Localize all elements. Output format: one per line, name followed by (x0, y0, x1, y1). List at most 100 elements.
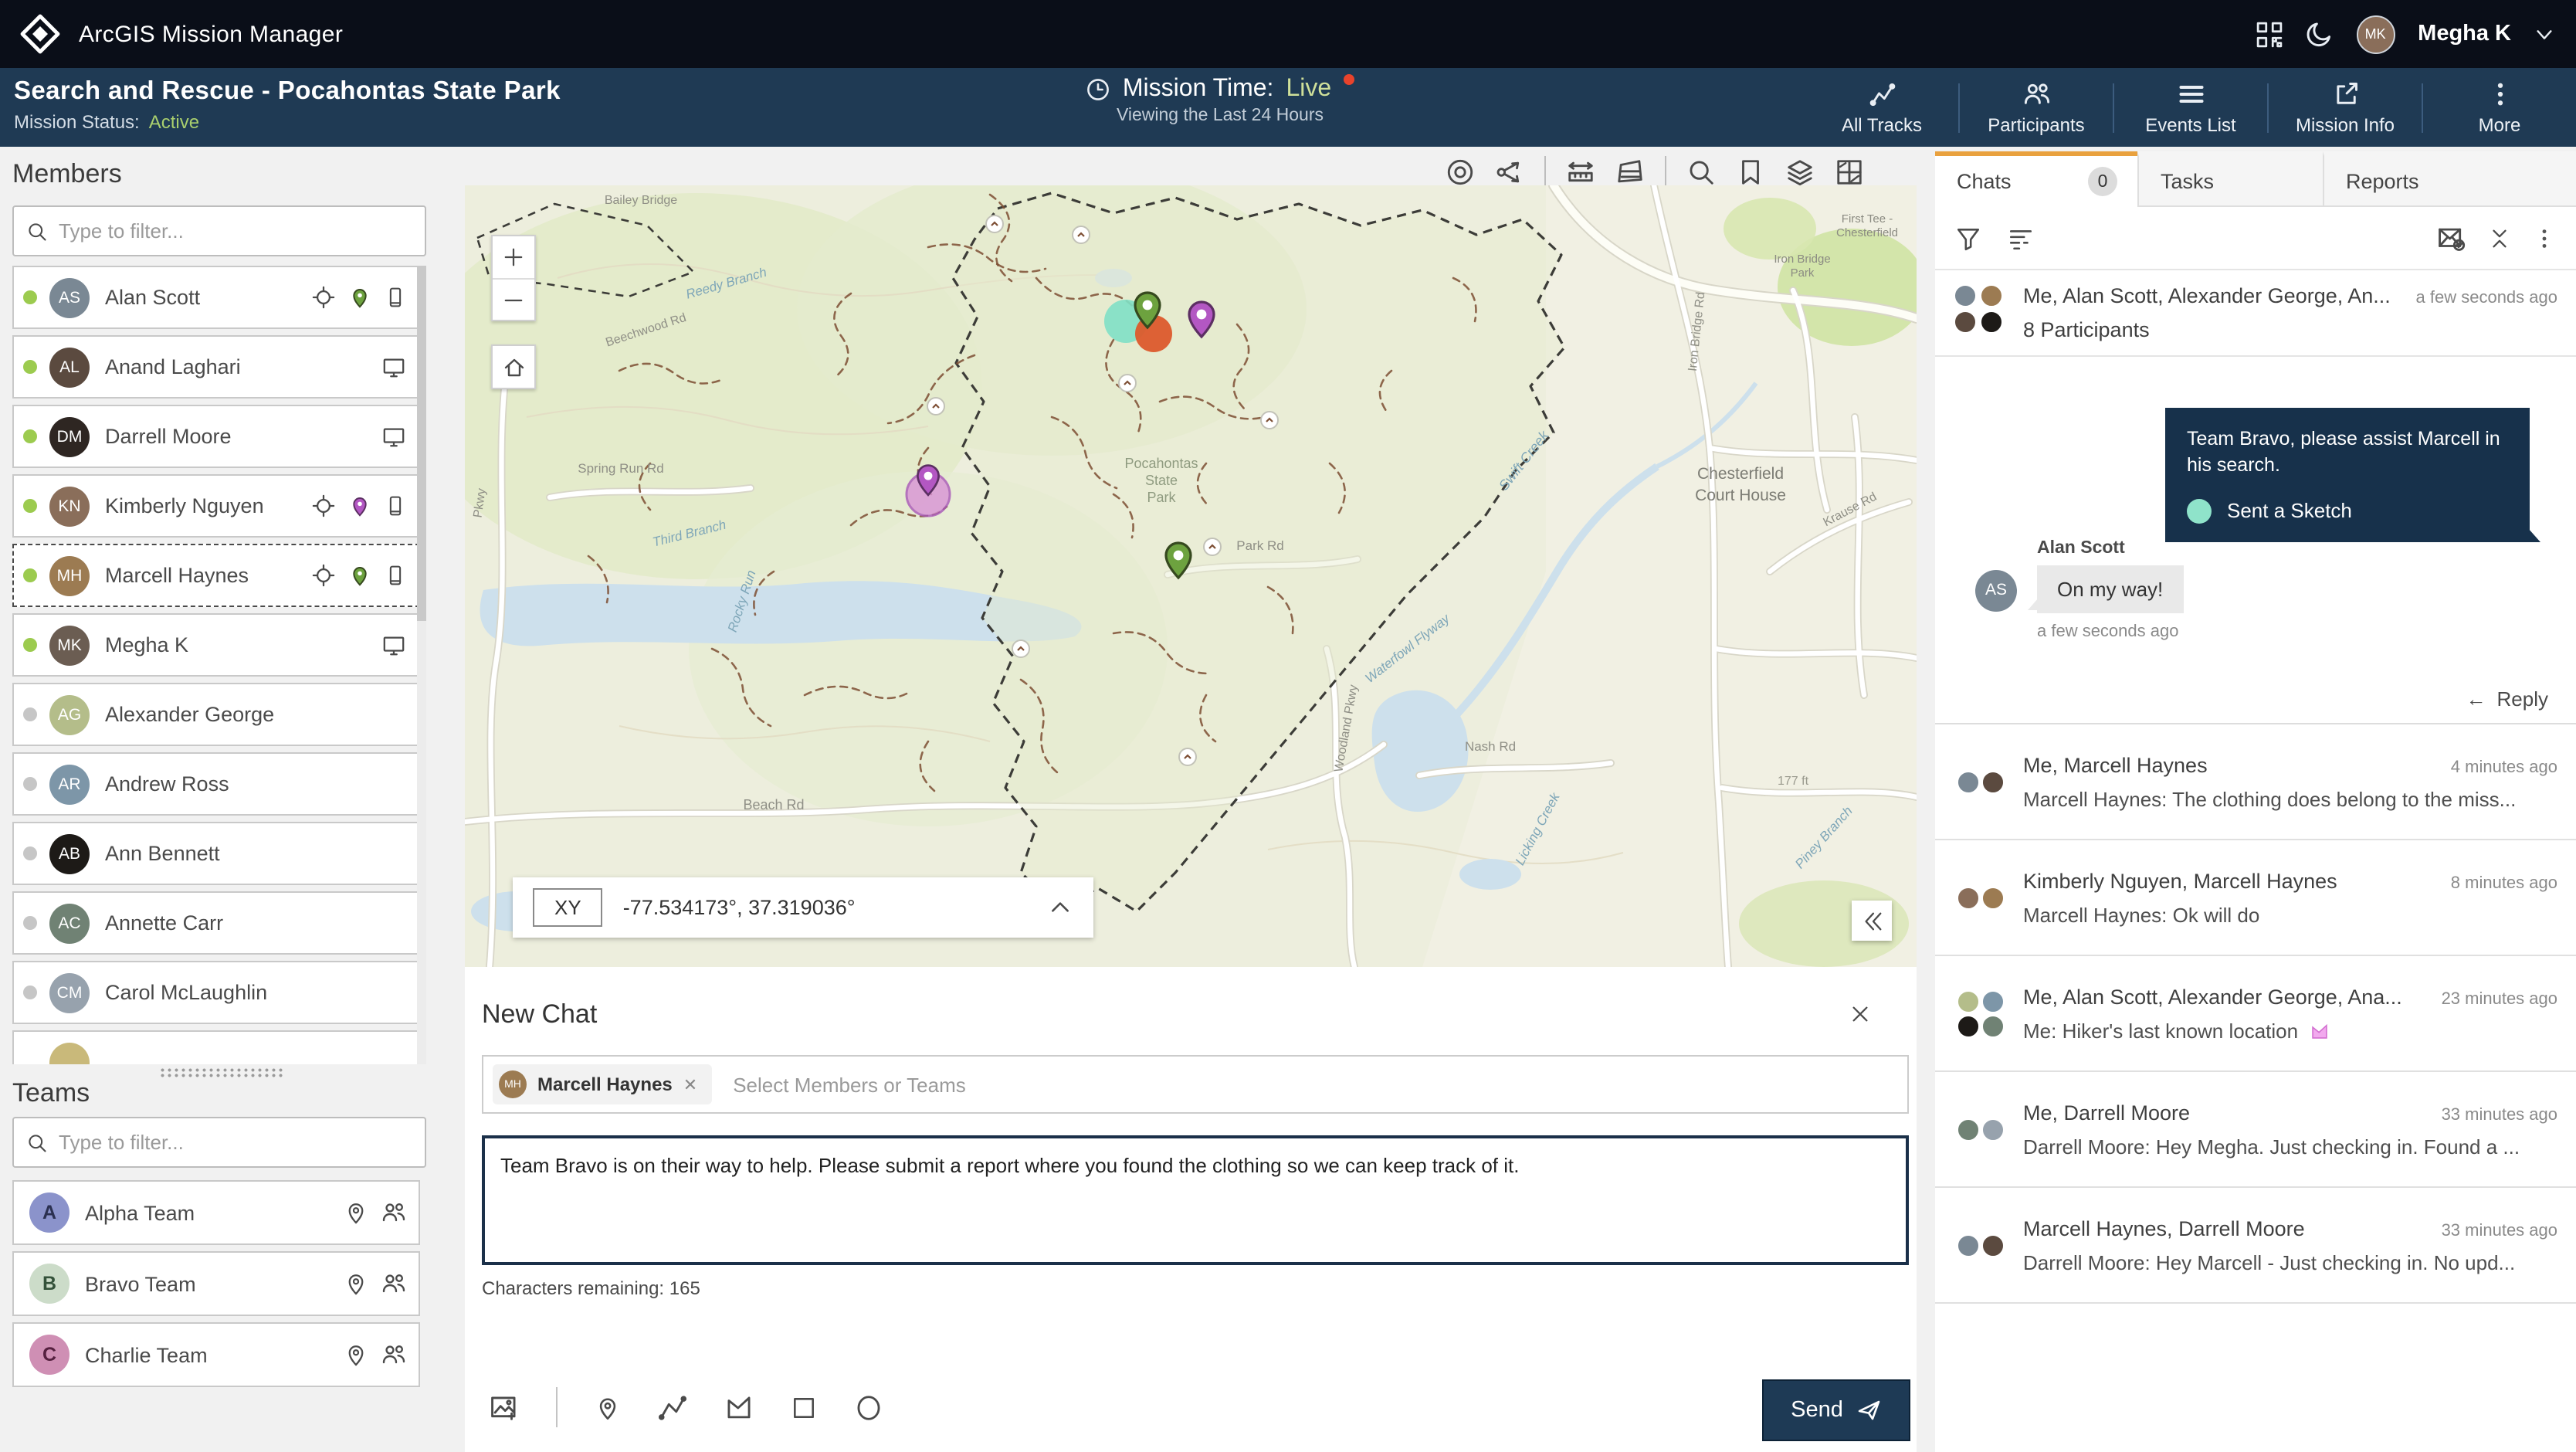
member-row[interactable]: AG Alexander George (12, 683, 420, 746)
dark-mode-moon-icon[interactable] (2305, 20, 2333, 48)
locate-icon[interactable] (312, 286, 335, 309)
avatar (1954, 284, 1977, 307)
zoom-in-button[interactable] (493, 236, 534, 278)
sketch-rectangle-icon[interactable] (791, 1394, 817, 1420)
attach-image-icon[interactable] (490, 1393, 519, 1422)
layers-icon[interactable] (1785, 157, 1815, 186)
user-avatar[interactable]: MK (2356, 15, 2395, 53)
mark-read-icon[interactable] (2437, 223, 2466, 253)
collapse-panel-button[interactable] (1852, 901, 1892, 941)
tab-chats[interactable]: Chats 0 (1935, 151, 2137, 207)
reply-button[interactable]: ← Reply (2466, 687, 2549, 711)
team-name: Bravo Team (85, 1272, 196, 1295)
track-pin-icon[interactable] (349, 494, 371, 517)
conversation-item[interactable]: Me, Marcell Haynes 4 minutes ago Marcell… (1935, 724, 2576, 840)
incoming-bubble: On my way! (2037, 565, 2183, 613)
member-row[interactable]: DM Darrell Moore (12, 405, 420, 468)
share-network-icon[interactable] (1495, 157, 1524, 186)
sketch-thumbnail[interactable] (2187, 498, 2212, 523)
team-pin-icon[interactable] (344, 1200, 368, 1225)
chevron-down-icon[interactable] (2534, 24, 2554, 44)
close-icon[interactable] (1850, 1004, 1870, 1024)
xy-mode-button[interactable]: XY (533, 888, 603, 927)
team-pin-icon[interactable] (344, 1271, 368, 1296)
member-row[interactable]: MK Megha K (12, 613, 420, 677)
member-row[interactable]: AL Anand Laghari (12, 335, 420, 399)
locate-icon[interactable] (312, 564, 335, 587)
member-row[interactable]: AB Ann Bennett (12, 822, 420, 885)
track-pin-icon[interactable] (349, 286, 371, 309)
members-scrollbar[interactable] (417, 266, 426, 1064)
recipient-chip[interactable]: MH Marcell Haynes ✕ (493, 1064, 711, 1104)
team-row[interactable]: C Charlie Team (12, 1322, 420, 1387)
teams-filter[interactable]: Type to filter... (12, 1117, 426, 1168)
svg-text:Spring Run Rd: Spring Run Rd (578, 461, 664, 476)
member-row[interactable]: CM Carol McLaughlin (12, 961, 420, 1024)
phone-icon[interactable] (385, 564, 406, 587)
map[interactable]: Bailey BridgeReedy BranchBeechwood RdSpr… (465, 185, 1917, 967)
track-pin-icon[interactable] (349, 564, 371, 587)
home-extent-button[interactable] (491, 344, 536, 389)
chevron-up-icon[interactable] (1049, 896, 1072, 919)
message-input[interactable]: Team Bravo is on their way to help. Plea… (482, 1135, 1909, 1265)
team-row[interactable]: B Bravo Team (12, 1251, 420, 1316)
measure-distance-icon[interactable] (1566, 157, 1595, 186)
tab-reports[interactable]: Reports (2323, 151, 2576, 207)
filter-icon[interactable] (1955, 225, 1981, 251)
members-filter[interactable]: Type to filter... (12, 205, 426, 256)
monitor-icon[interactable] (381, 355, 406, 378)
basemap-icon[interactable] (1835, 157, 1864, 186)
options-dots-icon[interactable] (2533, 226, 2556, 249)
zoom-out-button[interactable] (493, 278, 534, 320)
participants-button[interactable]: Participants (1960, 68, 2113, 147)
events-list-button[interactable]: Events List (2114, 68, 2267, 147)
measure-area-icon[interactable] (1615, 157, 1645, 186)
qr-code-icon[interactable] (2256, 21, 2282, 47)
recipients-field[interactable]: MH Marcell Haynes ✕ Select Members or Te… (482, 1055, 1909, 1114)
conversation-item[interactable]: Me, Alan Scott, Alexander George, Ana...… (1935, 956, 2576, 1072)
chats-count-badge: 0 (2088, 167, 2117, 196)
monitor-icon[interactable] (381, 633, 406, 656)
team-pin-icon[interactable] (344, 1342, 368, 1367)
phone-icon[interactable] (385, 286, 406, 309)
phone-icon[interactable] (385, 494, 406, 517)
member-row[interactable]: AR Andrew Ross (12, 752, 420, 816)
buffer-target-icon[interactable] (1446, 157, 1475, 186)
member-row[interactable]: AC Annette Carr (12, 891, 420, 955)
trail-waypoint (927, 398, 944, 415)
remove-recipient-icon[interactable]: ✕ (683, 1074, 697, 1094)
mission-info-button[interactable]: Mission Info (2269, 68, 2422, 147)
team-members-icon[interactable] (381, 1342, 406, 1367)
sketch-circle-icon[interactable] (854, 1393, 883, 1422)
tab-tasks[interactable]: Tasks (2137, 151, 2323, 207)
monitor-icon[interactable] (381, 425, 406, 448)
team-members-icon[interactable] (381, 1200, 406, 1225)
collapse-all-icon[interactable] (2488, 226, 2511, 249)
sketch-pin-icon[interactable] (595, 1394, 621, 1420)
avatar (1956, 1118, 1979, 1141)
conversation-item[interactable]: Marcell Haynes, Darrell Moore 33 minutes… (1935, 1188, 2576, 1304)
user-name[interactable]: Megha K (2418, 22, 2511, 46)
member-row[interactable]: MH Marcell Haynes (12, 544, 420, 607)
member-row[interactable]: KN Kimberly Nguyen (12, 474, 420, 538)
locate-icon[interactable] (312, 494, 335, 517)
panel-resize-handle[interactable] (159, 1067, 283, 1078)
all-tracks-button[interactable]: All Tracks (1805, 68, 1958, 147)
sketch-polygon-icon[interactable] (724, 1393, 754, 1422)
avatar (1956, 1233, 1979, 1257)
conversation-item[interactable]: Kimberly Nguyen, Marcell Haynes 8 minute… (1935, 840, 2576, 956)
sketch-polyline-icon[interactable] (658, 1393, 687, 1422)
more-button[interactable]: More (2423, 68, 2576, 147)
member-row[interactable]: AS Alan Scott (12, 266, 420, 329)
send-button[interactable]: Send (1762, 1379, 1910, 1441)
teams-filter-placeholder: Type to filter... (59, 1131, 184, 1154)
sort-icon[interactable] (2008, 225, 2034, 251)
team-members-icon[interactable] (381, 1271, 406, 1296)
active-conversation-header[interactable]: Me, Alan Scott, Alexander George, An... … (1935, 269, 2576, 357)
search-icon[interactable] (1686, 157, 1716, 186)
member-row[interactable] (12, 1030, 420, 1064)
conversation-time: a few seconds ago (2404, 289, 2557, 307)
team-row[interactable]: A Alpha Team (12, 1180, 420, 1245)
conversation-item[interactable]: Me, Darrell Moore 33 minutes ago Darrell… (1935, 1072, 2576, 1188)
bookmark-icon[interactable] (1736, 157, 1765, 186)
